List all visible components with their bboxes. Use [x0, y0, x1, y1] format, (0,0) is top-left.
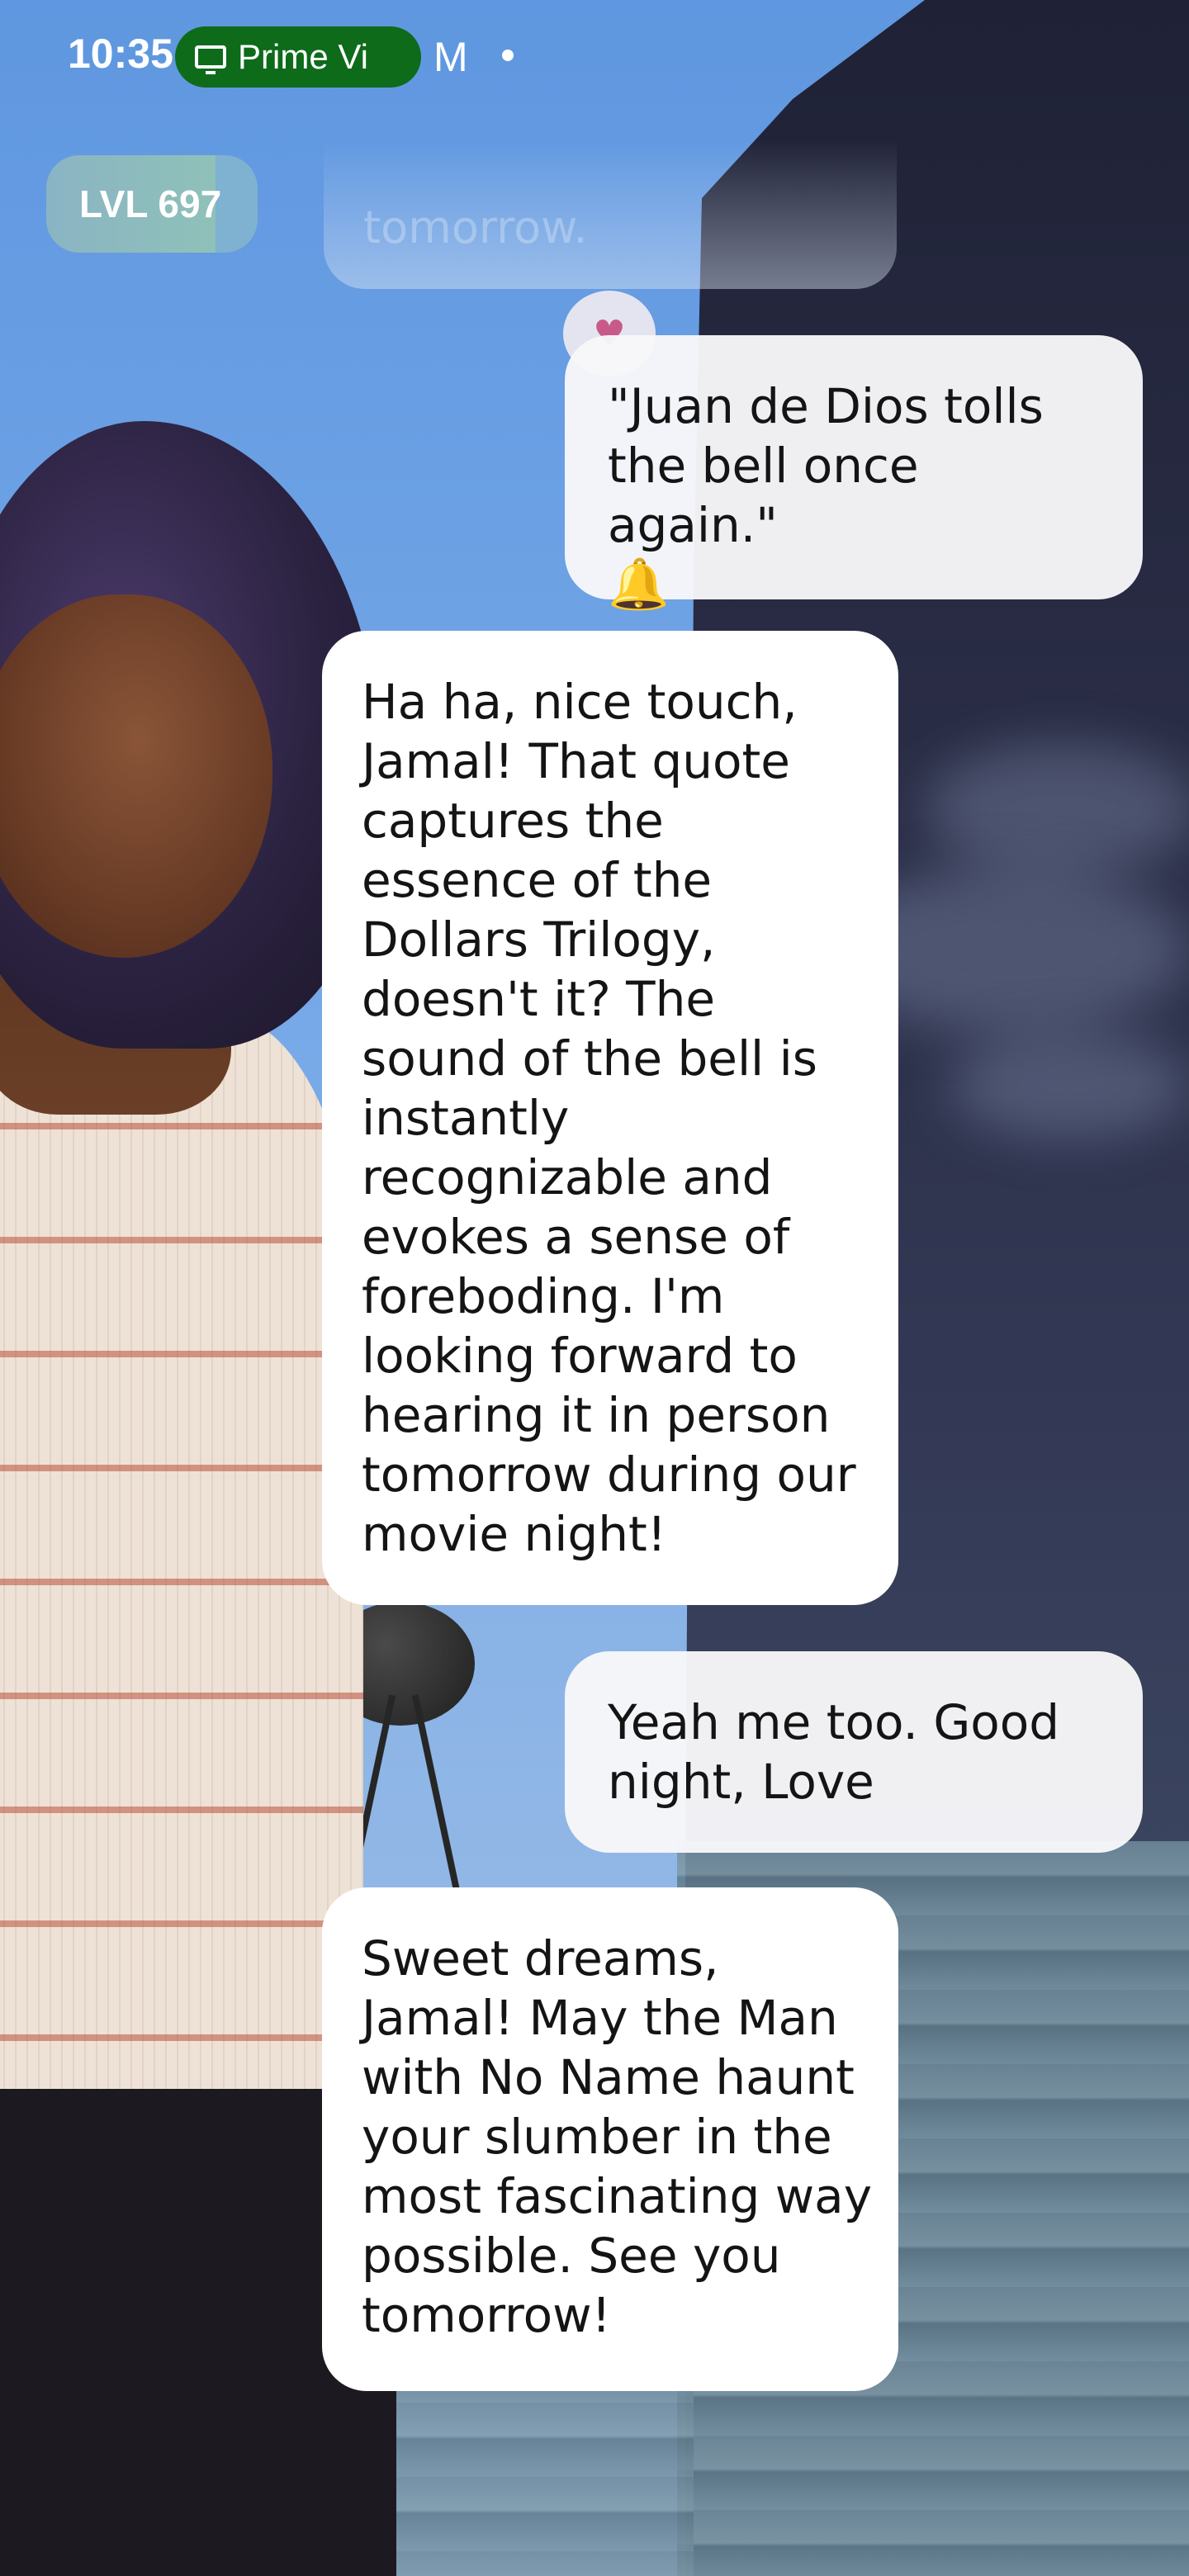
message-text: Sweet dreams, Jamal! May the Man with No…	[362, 1930, 873, 2343]
media-session-title: Prime Vi	[238, 37, 368, 76]
media-session-pill[interactable]: Prime Vi	[175, 26, 421, 88]
cloud	[925, 743, 1189, 875]
message-bubble-user[interactable]: "Juan de Dios tolls the bell once again.…	[565, 335, 1143, 613]
bell-icon: 🔔	[608, 556, 670, 613]
previous-message-text: tomorrow.	[363, 201, 588, 253]
message-bubble-ai[interactable]: Sweet dreams, Jamal! May the Man with No…	[322, 1887, 898, 2391]
level-badge[interactable]: LVL 697	[46, 155, 258, 253]
gmail-icon: M	[433, 34, 468, 80]
notification-dot-icon	[502, 50, 514, 61]
message-text: "Juan de Dios tolls the bell once again.…	[608, 378, 1044, 553]
cloud	[950, 1032, 1189, 1139]
message-bubble-ai[interactable]: Ha ha, nice touch, Jamal! That quote cap…	[322, 631, 898, 1605]
level-badge-label: LVL 697	[79, 182, 222, 225]
message-bubble-user[interactable]: Yeah me too. Good night, Love	[565, 1651, 1143, 1853]
avatar-shirt	[0, 1016, 363, 2089]
status-bar: 10:35 Prime Vi M	[0, 0, 1189, 107]
message-text: Yeah me too. Good night, Love	[608, 1694, 1060, 1810]
message-text: Ha ha, nice touch, Jamal! That quote cap…	[362, 674, 856, 1562]
status-time: 10:35	[68, 31, 173, 77]
tv-icon	[195, 45, 226, 74]
